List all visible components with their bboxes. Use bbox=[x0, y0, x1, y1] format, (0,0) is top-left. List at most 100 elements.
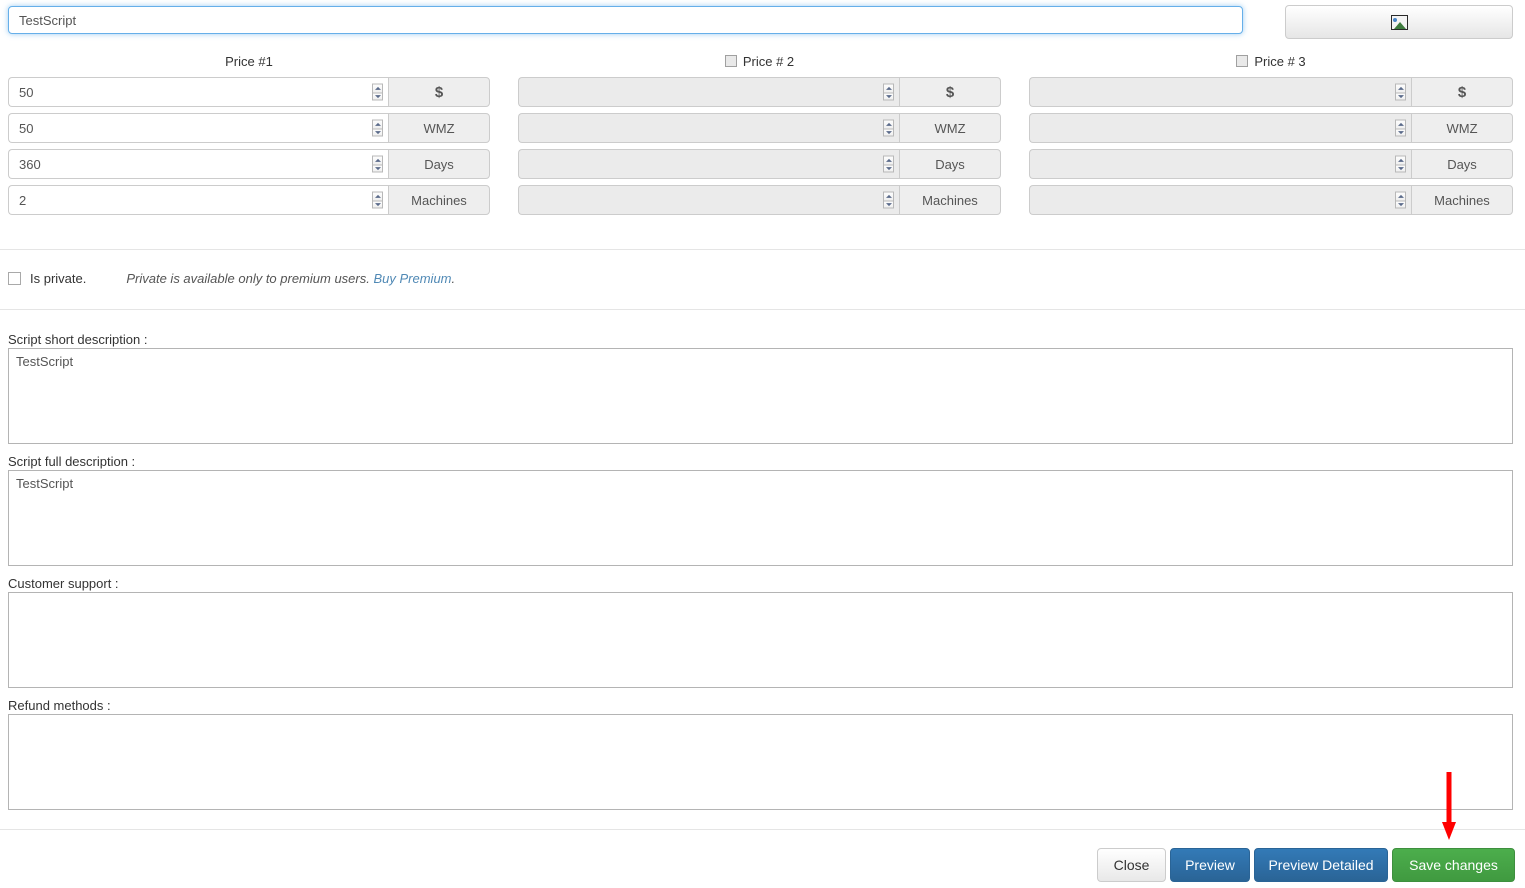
image-icon bbox=[1390, 14, 1408, 30]
spinner-up-icon[interactable] bbox=[1395, 119, 1406, 128]
is-private-row: Is private. Private is available only to… bbox=[0, 262, 1525, 294]
close-button[interactable]: Close bbox=[1097, 848, 1166, 882]
price-input-wrap-2-0 bbox=[518, 77, 899, 107]
spinner-1-days[interactable] bbox=[372, 155, 383, 173]
spinner-up-icon[interactable] bbox=[1395, 155, 1406, 164]
spinner-up-icon[interactable] bbox=[1395, 191, 1406, 200]
price-column-2: Price # 2 $ WMZ Days Machines bbox=[518, 47, 1001, 221]
spinner-1-wmz[interactable] bbox=[372, 119, 383, 137]
spinner-2-dollar[interactable] bbox=[883, 83, 894, 101]
header-row bbox=[0, 0, 1525, 47]
spinner-down-icon[interactable] bbox=[1395, 200, 1406, 209]
price-input-1-days[interactable] bbox=[8, 149, 388, 179]
price-input-2-machines[interactable] bbox=[518, 185, 899, 215]
spinner-2-days[interactable] bbox=[883, 155, 894, 173]
price-input-1-dollar[interactable] bbox=[8, 77, 388, 107]
price-input-wrap-1-1 bbox=[8, 113, 388, 143]
price-input-wrap-1-0 bbox=[8, 77, 388, 107]
price-input-1-machines[interactable] bbox=[8, 185, 388, 215]
spinner-up-icon[interactable] bbox=[883, 191, 894, 200]
spinner-up-icon[interactable] bbox=[1395, 83, 1406, 92]
buy-premium-link[interactable]: Buy Premium bbox=[373, 271, 451, 286]
spinner-2-wmz[interactable] bbox=[883, 119, 894, 137]
spinner-1-machines[interactable] bbox=[372, 191, 383, 209]
price-input-wrap-1-2 bbox=[8, 149, 388, 179]
preview-detailed-button[interactable]: Preview Detailed bbox=[1254, 848, 1388, 882]
price-row-machines-3: Machines bbox=[1029, 185, 1513, 215]
price-input-wrap-3-0 bbox=[1029, 77, 1411, 107]
spinner-down-icon[interactable] bbox=[883, 128, 894, 137]
price-input-2-wmz[interactable] bbox=[518, 113, 899, 143]
price-input-wrap-2-3 bbox=[518, 185, 899, 215]
spinner-up-icon[interactable] bbox=[883, 119, 894, 128]
price-columns-area: Price #1 $ WMZ bbox=[0, 47, 1525, 235]
price-column-2-checkbox[interactable] bbox=[724, 55, 737, 67]
spinner-down-icon[interactable] bbox=[1395, 164, 1406, 173]
refund-methods-textarea[interactable] bbox=[8, 714, 1513, 810]
spinner-down-icon[interactable] bbox=[883, 164, 894, 173]
spinner-down-icon[interactable] bbox=[372, 164, 383, 173]
price-unit-1-machines: Machines bbox=[388, 185, 490, 215]
short-description-label: Script short description : bbox=[8, 332, 148, 347]
premium-note: Private is available only to premium use… bbox=[126, 271, 455, 286]
divider-below-private bbox=[0, 309, 1525, 310]
spinner-down-icon[interactable] bbox=[372, 92, 383, 101]
price-row-wmz-1: WMZ bbox=[8, 113, 490, 143]
price-unit-1-dollar: $ bbox=[388, 77, 490, 107]
customer-support-textarea[interactable] bbox=[8, 592, 1513, 688]
is-private-checkbox[interactable] bbox=[8, 271, 21, 285]
price-column-3-checkbox[interactable] bbox=[1236, 55, 1249, 67]
price-unit-2-dollar: $ bbox=[899, 77, 1001, 107]
price-unit-2-wmz: WMZ bbox=[899, 113, 1001, 143]
price-input-1-wmz[interactable] bbox=[8, 113, 388, 143]
customer-support-label: Customer support : bbox=[8, 576, 119, 591]
price-input-wrap-3-3 bbox=[1029, 185, 1411, 215]
spinner-1-dollar[interactable] bbox=[372, 83, 383, 101]
price-unit-1-days: Days bbox=[388, 149, 490, 179]
price-input-3-machines[interactable] bbox=[1029, 185, 1411, 215]
spinner-down-icon[interactable] bbox=[372, 200, 383, 209]
spinner-up-icon[interactable] bbox=[372, 191, 383, 200]
price-column-1-title: Price #1 bbox=[225, 54, 273, 69]
short-description-textarea[interactable] bbox=[8, 348, 1513, 444]
price-input-wrap-3-1 bbox=[1029, 113, 1411, 143]
refund-methods-label: Refund methods : bbox=[8, 698, 111, 713]
price-input-wrap-1-3 bbox=[8, 185, 388, 215]
spinner-up-icon[interactable] bbox=[372, 83, 383, 92]
spinner-up-icon[interactable] bbox=[883, 155, 894, 164]
spinner-down-icon[interactable] bbox=[372, 128, 383, 137]
price-column-3-header: Price # 3 bbox=[1029, 47, 1513, 77]
price-input-2-days[interactable] bbox=[518, 149, 899, 179]
spinner-down-icon[interactable] bbox=[1395, 128, 1406, 137]
spinner-3-dollar[interactable] bbox=[1395, 83, 1406, 101]
upload-image-button[interactable] bbox=[1285, 5, 1513, 39]
spinner-3-machines[interactable] bbox=[1395, 191, 1406, 209]
price-unit-3-days: Days bbox=[1411, 149, 1513, 179]
spinner-down-icon[interactable] bbox=[1395, 92, 1406, 101]
price-row-days-2: Days bbox=[518, 149, 1001, 179]
price-column-3: Price # 3 $ WMZ Days Machines bbox=[1029, 47, 1513, 221]
spinner-up-icon[interactable] bbox=[372, 155, 383, 164]
spinner-3-wmz[interactable] bbox=[1395, 119, 1406, 137]
full-description-label: Script full description : bbox=[8, 454, 136, 469]
price-input-wrap-3-2 bbox=[1029, 149, 1411, 179]
price-input-2-dollar[interactable] bbox=[518, 77, 899, 107]
spinner-down-icon[interactable] bbox=[883, 92, 894, 101]
spinner-2-machines[interactable] bbox=[883, 191, 894, 209]
price-row-dollar-2: $ bbox=[518, 77, 1001, 107]
script-title-input[interactable] bbox=[8, 6, 1243, 34]
spinner-up-icon[interactable] bbox=[883, 83, 894, 92]
spinner-3-days[interactable] bbox=[1395, 155, 1406, 173]
full-description-textarea[interactable] bbox=[8, 470, 1513, 566]
spinner-up-icon[interactable] bbox=[372, 119, 383, 128]
preview-button[interactable]: Preview bbox=[1170, 848, 1250, 882]
price-column-2-header: Price # 2 bbox=[518, 47, 1001, 77]
price-input-3-days[interactable] bbox=[1029, 149, 1411, 179]
price-input-wrap-2-1 bbox=[518, 113, 899, 143]
price-row-wmz-3: WMZ bbox=[1029, 113, 1513, 143]
spinner-down-icon[interactable] bbox=[883, 200, 894, 209]
price-input-3-dollar[interactable] bbox=[1029, 77, 1411, 107]
save-changes-button[interactable]: Save changes bbox=[1392, 848, 1515, 882]
premium-note-text: Private is available only to premium use… bbox=[126, 270, 370, 286]
price-input-3-wmz[interactable] bbox=[1029, 113, 1411, 143]
